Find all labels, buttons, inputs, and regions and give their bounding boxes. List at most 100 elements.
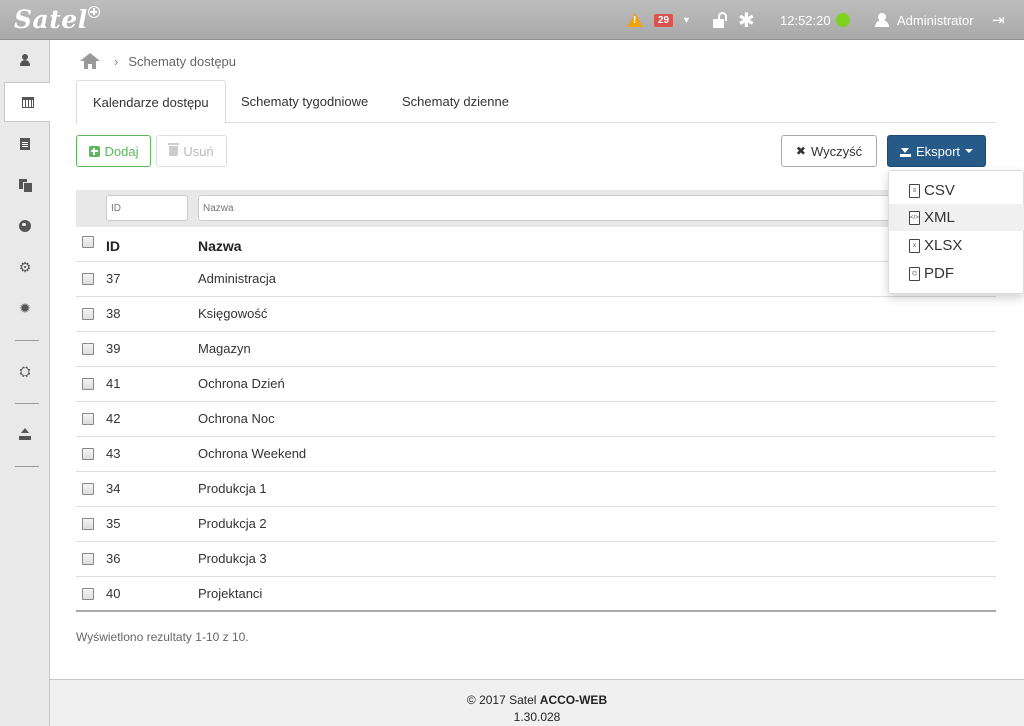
row-checkbox[interactable] — [82, 518, 94, 530]
row-checkbox[interactable] — [82, 448, 94, 460]
add-button[interactable]: Dodaj — [76, 135, 151, 167]
chevron-down-icon[interactable]: ▼ — [682, 0, 691, 40]
table-row[interactable]: 41 Ochrona Dzień — [76, 367, 996, 402]
row-name: Administracja — [198, 271, 277, 286]
row-checkbox[interactable] — [82, 483, 94, 495]
xml-file-icon: </> — [909, 210, 920, 225]
column-header-id[interactable]: ID — [106, 238, 120, 254]
asterisk-icon[interactable]: ✱ — [738, 0, 755, 40]
table-row[interactable]: 42 Ochrona Noc — [76, 402, 996, 437]
gears-icon: ⚙ — [18, 258, 32, 275]
export-csv-item[interactable]: ≡ CSV — [889, 177, 1024, 204]
tab-daily-schedules[interactable]: Schematy dzienne — [386, 80, 525, 123]
row-name: Produkcja 1 — [198, 481, 267, 496]
sidebar-item-network[interactable]: ⛭ — [0, 351, 50, 391]
table-row[interactable]: 34 Produkcja 1 — [76, 472, 996, 507]
row-id: 39 — [106, 341, 121, 356]
sidebar-divider — [15, 403, 39, 404]
sidebar-item-reports[interactable] — [0, 165, 50, 205]
table-row[interactable]: 37 Administracja — [76, 262, 996, 297]
sidebar-item-configuration[interactable]: ⚙ — [0, 247, 50, 287]
network-icon: ⛭ — [19, 362, 31, 379]
name-filter-input[interactable] — [198, 195, 988, 221]
sidebar-item-documents[interactable] — [0, 124, 50, 164]
row-name: Ochrona Noc — [198, 411, 275, 426]
logo-mark-icon — [88, 6, 100, 18]
tab-access-calendars[interactable]: Kalendarze dostępu — [76, 80, 226, 124]
row-id: 38 — [106, 306, 121, 321]
row-checkbox[interactable] — [82, 308, 94, 320]
row-name: Produkcja 2 — [198, 516, 267, 531]
sidebar: ⚙ ✹ ⛭ — [0, 40, 51, 726]
table-row[interactable]: 38 Księgowość — [76, 297, 996, 332]
row-checkbox[interactable] — [82, 588, 94, 600]
document-icon — [20, 138, 30, 150]
row-id: 34 — [106, 481, 121, 496]
row-id: 42 — [106, 411, 121, 426]
home-icon[interactable] — [80, 53, 100, 69]
copyright-text: © 2017 Satel — [466, 693, 540, 707]
table-row[interactable]: 43 Ochrona Weekend — [76, 437, 996, 472]
row-checkbox[interactable] — [82, 553, 94, 565]
table-row[interactable]: 40 Projektanci — [76, 577, 996, 612]
export-xlsx-item[interactable]: x XLSX — [889, 232, 1024, 259]
user-icon[interactable] — [875, 0, 889, 40]
caret-down-icon — [965, 149, 974, 153]
logout-icon[interactable]: ⇥ — [992, 0, 1005, 40]
calendar-icon — [22, 96, 34, 108]
breadcrumb: › Schematy dostępu — [80, 51, 236, 71]
table-row[interactable]: 39 Magazyn — [76, 332, 996, 367]
plus-icon — [88, 145, 100, 157]
csv-file-icon: ≡ — [909, 183, 920, 198]
product-name: ACCO-WEB — [539, 693, 608, 707]
filter-row — [76, 190, 996, 227]
delete-button[interactable]: Usuń — [156, 135, 227, 167]
warning-icon[interactable] — [627, 0, 643, 40]
sidebar-divider — [15, 340, 39, 341]
alarm-count-badge[interactable]: 29 — [654, 0, 674, 40]
export-xml-item[interactable]: </> XML — [889, 204, 1024, 231]
clear-button[interactable]: ✖ Wyczyść — [781, 135, 877, 167]
export-xlsx-label: XLSX — [924, 237, 963, 254]
satel-logo[interactable]: Satel — [14, 5, 88, 34]
top-bar: Satel 29 ▼ ✱ 12:52:20 Administrator ⇥ — [0, 0, 1024, 40]
sidebar-item-globe[interactable] — [0, 206, 50, 246]
tab-weekly-schedules[interactable]: Schematy tygodniowe — [225, 80, 384, 123]
export-button[interactable]: Eksport — [887, 135, 986, 167]
table-row[interactable]: 35 Produkcja 2 — [76, 507, 996, 542]
row-name: Ochrona Weekend — [198, 446, 307, 461]
row-checkbox[interactable] — [82, 343, 94, 355]
clear-button-label: Wyczyść — [810, 143, 863, 159]
id-filter-input[interactable] — [106, 195, 188, 221]
breadcrumb-current: Schematy dostępu — [128, 53, 237, 69]
row-checkbox[interactable] — [82, 378, 94, 390]
sidebar-item-calendar[interactable] — [4, 82, 51, 122]
row-id: 36 — [106, 551, 121, 566]
tab-bar: Kalendarze dostępu Schematy tygodniowe S… — [76, 80, 996, 124]
documents-icon — [19, 179, 33, 193]
xlsx-file-icon: x — [909, 238, 920, 253]
row-id: 41 — [106, 376, 121, 391]
add-button-label: Dodaj — [104, 143, 139, 159]
delete-button-label: Usuń — [183, 143, 214, 159]
select-all-checkbox[interactable] — [82, 236, 94, 248]
download-icon — [899, 146, 911, 157]
row-checkbox[interactable] — [82, 413, 94, 425]
sidebar-item-users[interactable] — [0, 40, 50, 80]
row-id: 40 — [106, 586, 121, 601]
user-name[interactable]: Administrator — [897, 0, 974, 40]
alarm-count: 29 — [654, 13, 674, 27]
export-pdf-item[interactable]: ⌬ PDF — [889, 260, 1024, 287]
sidebar-item-settings[interactable]: ✹ — [0, 288, 50, 328]
row-id: 35 — [106, 516, 121, 531]
export-dropdown-menu: ≡ CSV </> XML x XLSX ⌬ PDF — [888, 170, 1024, 294]
sidebar-item-upload[interactable] — [0, 414, 50, 454]
table-header: ID Nazwa — [76, 228, 996, 262]
row-checkbox[interactable] — [82, 273, 94, 285]
trash-icon — [168, 143, 180, 156]
unlock-icon[interactable] — [713, 0, 727, 40]
column-header-name[interactable]: Nazwa — [198, 238, 242, 254]
table-row[interactable]: 36 Produkcja 3 — [76, 542, 996, 577]
gear-icon: ✹ — [19, 299, 31, 316]
row-name: Księgowość — [198, 306, 268, 321]
